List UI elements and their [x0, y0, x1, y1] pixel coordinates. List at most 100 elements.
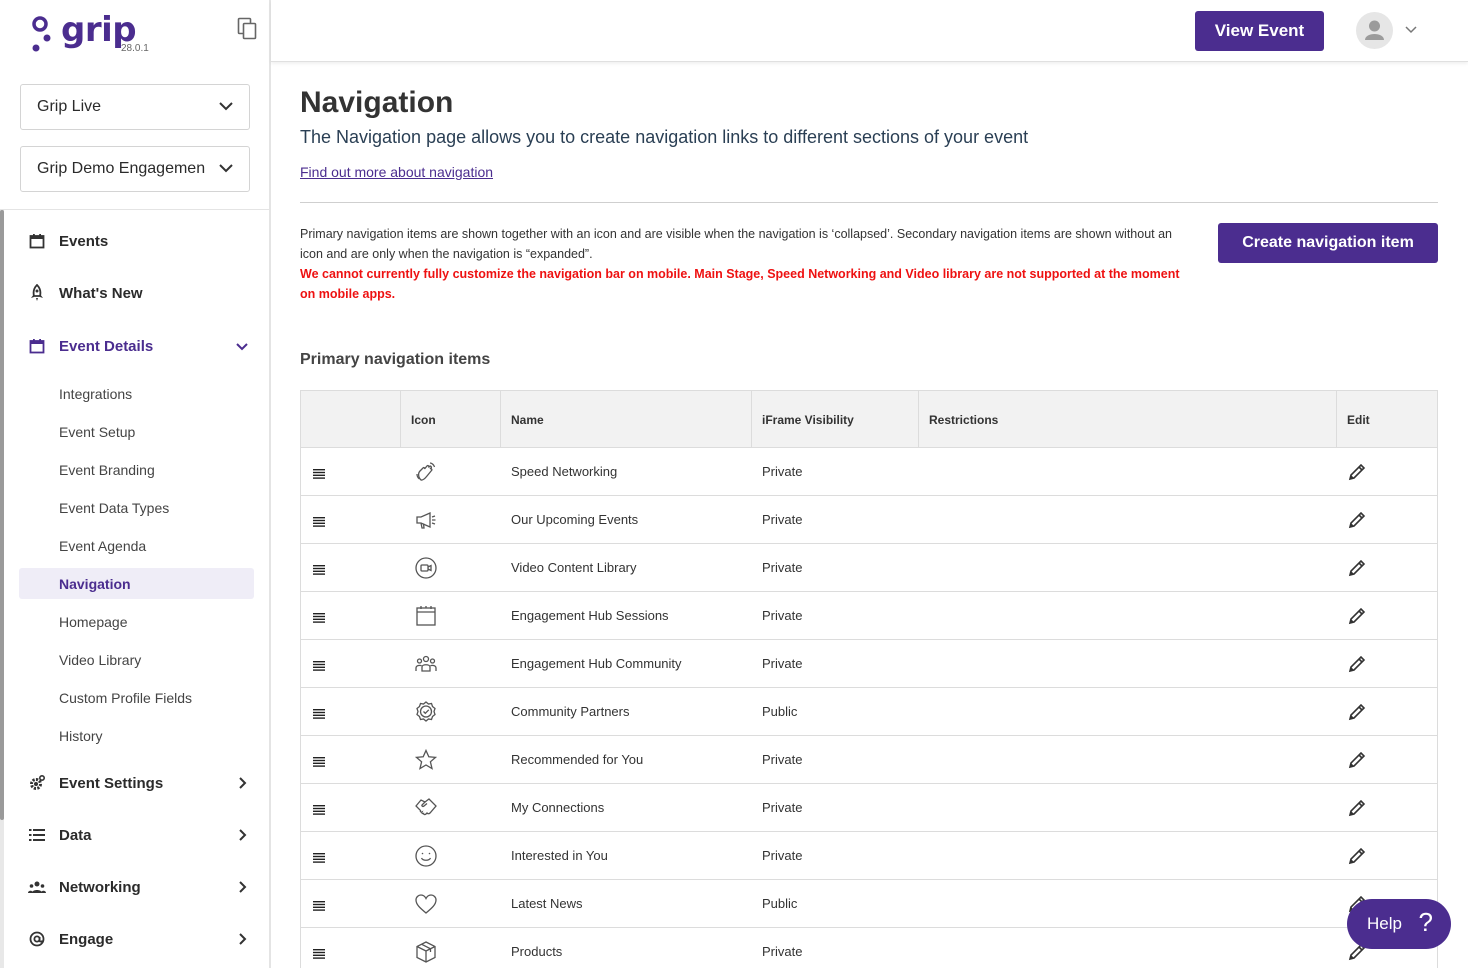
drag-handle-icon[interactable]	[313, 852, 325, 863]
sidebar-scrollbar[interactable]	[0, 210, 4, 968]
visibility-cell: Private	[762, 608, 803, 623]
drag-handle-cell[interactable]	[301, 832, 401, 880]
table-row[interactable]: Recommended for You Private	[301, 736, 1437, 784]
learn-more-link[interactable]: Find out more about navigation	[300, 164, 493, 180]
sidebar-subitem-event-data-types[interactable]: Event Data Types	[19, 492, 254, 523]
view-event-button[interactable]: View Event	[1195, 11, 1324, 51]
user-icon	[1365, 20, 1384, 40]
app-logo[interactable]: grip 28.0.1	[30, 10, 160, 54]
drag-handle-icon[interactable]	[313, 612, 325, 623]
drag-handle-icon[interactable]	[313, 708, 325, 719]
star-icon	[414, 748, 438, 770]
restrictions-cell	[919, 448, 1337, 496]
drag-handle-icon[interactable]	[313, 900, 325, 911]
drag-handle-icon[interactable]	[313, 660, 325, 671]
pencil-icon[interactable]	[1347, 654, 1367, 674]
gear-icon	[28, 774, 46, 792]
table-row[interactable]: My Connections Private	[301, 784, 1437, 832]
box-icon	[416, 940, 436, 963]
pencil-icon[interactable]	[1347, 606, 1367, 626]
avatar[interactable]	[1356, 12, 1393, 49]
rocket-icon	[28, 284, 46, 302]
event-select-value: Grip Demo Engagemen	[37, 160, 206, 177]
drag-handle-cell[interactable]	[301, 496, 401, 544]
smiley-icon	[415, 844, 437, 867]
table-row[interactable]: Engagement Hub Sessions Private	[301, 592, 1437, 640]
at-icon	[28, 930, 46, 948]
edit-cell[interactable]	[1337, 496, 1437, 544]
sidebar-item-events[interactable]: Events	[20, 225, 260, 257]
pencil-icon[interactable]	[1347, 558, 1367, 578]
drag-handle-cell[interactable]	[301, 688, 401, 736]
edit-cell[interactable]	[1337, 784, 1437, 832]
organization-select[interactable]: Grip Live	[20, 84, 250, 130]
drag-handle-cell[interactable]	[301, 448, 401, 496]
pencil-icon[interactable]	[1347, 702, 1367, 722]
sidebar-subitem-navigation[interactable]: Navigation	[19, 568, 254, 599]
drag-handle-icon[interactable]	[313, 516, 325, 527]
drag-handle-icon[interactable]	[313, 468, 325, 479]
drag-handle-cell[interactable]	[301, 592, 401, 640]
pencil-icon[interactable]	[1347, 798, 1367, 818]
pencil-icon[interactable]	[1347, 750, 1367, 770]
edit-cell[interactable]	[1337, 544, 1437, 592]
drag-handle-icon[interactable]	[313, 804, 325, 815]
scrollbar-thumb[interactable]	[0, 210, 4, 820]
drag-handle-cell[interactable]	[301, 544, 401, 592]
pencil-icon[interactable]	[1347, 462, 1367, 482]
event-select[interactable]: Grip Demo Engagemen	[20, 146, 250, 192]
drag-handle-cell[interactable]	[301, 784, 401, 832]
drag-handle-cell[interactable]	[301, 640, 401, 688]
edit-cell[interactable]	[1337, 640, 1437, 688]
restrictions-cell	[919, 928, 1337, 968]
table-header: Icon Name iFrame Visibility Restrictions…	[301, 391, 1437, 448]
drag-handle-icon[interactable]	[313, 948, 325, 959]
drag-handle-cell[interactable]	[301, 880, 401, 928]
sidebar-subitem-event-agenda[interactable]: Event Agenda	[19, 530, 254, 561]
visibility-cell: Private	[762, 560, 803, 575]
sidebar-item-event-details[interactable]: Event Details	[20, 330, 260, 362]
sidebar-item-whats-new[interactable]: What's New	[20, 277, 260, 309]
edit-cell[interactable]	[1337, 592, 1437, 640]
sidebar-item-label: Networking	[59, 878, 141, 896]
sidebar-item-engage[interactable]: Engage	[20, 923, 260, 955]
table-row[interactable]: Speed Networking Private	[301, 448, 1437, 496]
table-row[interactable]: Interested in You Private	[301, 832, 1437, 880]
sidebar-subitem-video-library[interactable]: Video Library	[19, 644, 254, 675]
chevron-right-icon	[239, 777, 247, 789]
sidebar-subitem-custom-profile-fields[interactable]: Custom Profile Fields	[19, 682, 254, 713]
table-row[interactable]: Community Partners Public	[301, 688, 1437, 736]
drag-handle-cell[interactable]	[301, 928, 401, 968]
edit-cell[interactable]	[1337, 688, 1437, 736]
drag-handle-cell[interactable]	[301, 736, 401, 784]
pencil-icon[interactable]	[1347, 510, 1367, 530]
table-row[interactable]: Products Private	[301, 928, 1437, 968]
sidebar-subitem-event-setup[interactable]: Event Setup	[19, 416, 254, 447]
create-navigation-item-button[interactable]: Create navigation item	[1218, 223, 1438, 263]
edit-cell[interactable]	[1337, 448, 1437, 496]
name-cell: Engagement Hub Sessions	[511, 608, 669, 623]
sidebar-subitem-integrations[interactable]: Integrations	[19, 378, 254, 409]
drag-handle-icon[interactable]	[313, 756, 325, 767]
drag-handle-icon[interactable]	[313, 564, 325, 575]
warning-text: We cannot currently fully customize the …	[300, 267, 1180, 301]
sidebar-item-data[interactable]: Data	[20, 819, 260, 851]
table-row[interactable]: Engagement Hub Community Private	[301, 640, 1437, 688]
edit-cell[interactable]	[1337, 832, 1437, 880]
chevron-down-icon[interactable]	[1405, 26, 1417, 34]
sidebar-item-networking[interactable]: Networking	[20, 871, 260, 903]
icon-cell	[401, 448, 501, 496]
column-header-drag	[301, 391, 401, 448]
table-row[interactable]: Latest News Public	[301, 880, 1437, 928]
pencil-icon[interactable]	[1347, 846, 1367, 866]
sidebar-subitem-event-branding[interactable]: Event Branding	[19, 454, 254, 485]
table-row[interactable]: Video Content Library Private	[301, 544, 1437, 592]
help-button[interactable]: Help ?	[1347, 899, 1451, 949]
sidebar-item-event-settings[interactable]: Event Settings	[20, 767, 260, 799]
table-row[interactable]: Our Upcoming Events Private	[301, 496, 1437, 544]
chevron-down-icon	[219, 164, 233, 173]
edit-cell[interactable]	[1337, 736, 1437, 784]
sidebar-subitem-history[interactable]: History	[19, 720, 254, 751]
sidebar-subitem-homepage[interactable]: Homepage	[19, 606, 254, 637]
copy-icon[interactable]	[237, 17, 259, 41]
